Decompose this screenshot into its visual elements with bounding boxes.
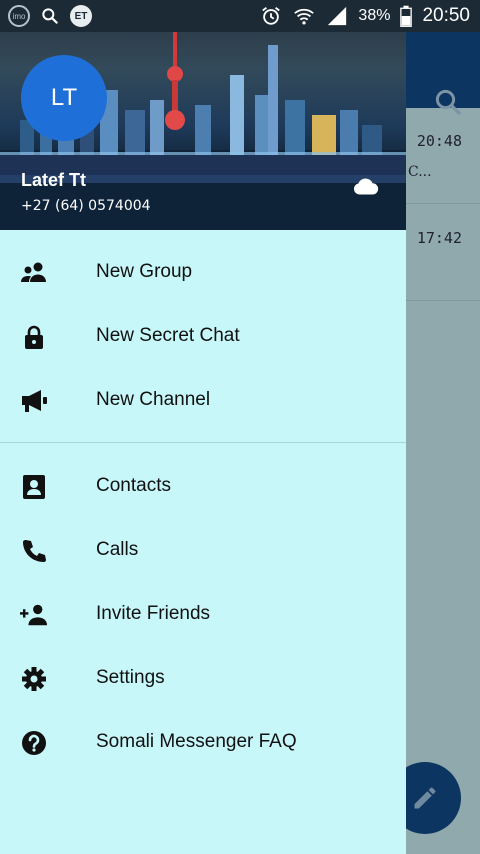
menu-item-label: Settings [96,667,165,688]
avatar[interactable]: LT [21,55,107,141]
et-icon: ET [70,5,92,27]
battery-percent: 38% [358,7,391,24]
drawer-menu: New Group New Secret Chat New Channel Co… [0,240,406,774]
user-name: Latef Tt [21,170,86,190]
menu-item-calls[interactable]: Calls [0,518,406,582]
signal-icon [328,6,347,26]
status-bar: imo ET 38% 20:50 [0,0,480,32]
lock-icon [25,325,43,349]
menu-item-label: New Channel [96,389,211,410]
alarm-icon [262,7,281,25]
clock: 20:50 [422,5,470,26]
chat-row[interactable]: 20:48 C... [406,108,480,204]
megaphone-icon [22,390,47,412]
help-icon [22,731,46,755]
wifi-icon [294,8,315,25]
menu-item-label: New Group [96,261,193,282]
chat-time: 17:42 [416,229,462,247]
chat-row[interactable]: 17:42 [406,205,480,301]
imo-icon: imo [8,5,30,27]
menu-item-settings[interactable]: Settings [0,646,406,710]
add-person-icon [20,604,48,626]
battery-icon [400,5,413,27]
navigation-drawer: LT Latef Tt +27 (64) 0574004 New Group N… [0,0,406,854]
group-icon [21,262,46,282]
contact-icon [23,475,45,499]
menu-item-label: Somali Messenger FAQ [96,731,297,752]
menu-item-label: Calls [96,539,139,560]
menu-item-label: Contacts [96,475,171,496]
menu-divider [0,442,406,443]
menu-item-label: Invite Friends [96,603,211,624]
menu-item-new-group[interactable]: New Group [0,240,406,304]
chat-preview: C... [408,164,432,180]
phone-icon [23,540,46,562]
pencil-icon [414,787,436,809]
menu-item-faq[interactable]: Somali Messenger FAQ [0,710,406,774]
menu-item-new-channel[interactable]: New Channel [0,368,406,432]
menu-item-contacts[interactable]: Contacts [0,454,406,518]
search-icon [42,8,58,24]
drawer-header: LT Latef Tt +27 (64) 0574004 [0,0,406,230]
menu-item-label: New Secret Chat [96,325,240,346]
user-phone: +27 (64) 0574004 [21,198,151,214]
gear-icon [22,667,46,691]
menu-item-invite-friends[interactable]: Invite Friends [0,582,406,646]
cloud-icon[interactable] [352,177,380,197]
menu-item-new-secret-chat[interactable]: New Secret Chat [0,304,406,368]
chat-time: 20:48 [416,132,462,150]
